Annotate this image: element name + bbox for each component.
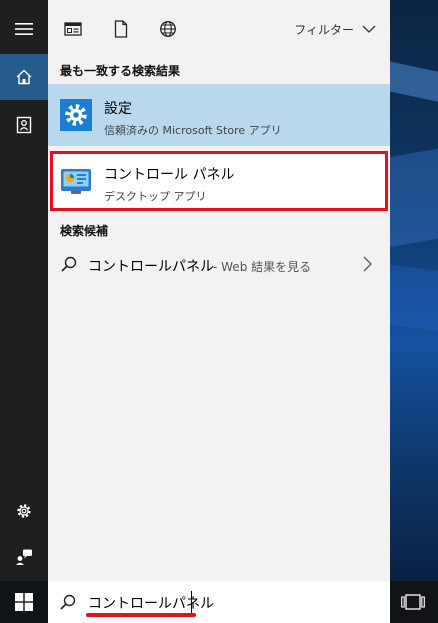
notebook-button[interactable] — [0, 102, 48, 148]
suggestions-heading: 検索候補 — [60, 224, 109, 238]
filter-dropdown[interactable]: フィルター — [294, 19, 376, 39]
control-panel-title: コントロール パネル — [104, 167, 235, 183]
desktop-wallpaper — [390, 0, 438, 623]
settings-button[interactable] — [0, 488, 48, 534]
settings-title: 設定 — [104, 101, 132, 117]
notebook-icon — [16, 116, 32, 134]
settings-app-icon — [60, 99, 92, 131]
windows-logo-icon — [15, 593, 33, 611]
web-suggestion-item[interactable]: コントロールパネル - Web 結果を見る — [48, 246, 390, 284]
suggestion-hint: - Web 結果を見る — [213, 260, 312, 274]
settings-result[interactable]: 設定 信頼済みの Microsoft Store アプリ — [48, 84, 390, 146]
suggestion-query: コントロールパネル — [88, 259, 214, 275]
control-panel-icon — [61, 169, 91, 194]
filter-toolbar: フィルター — [48, 0, 390, 57]
annotation-underline — [86, 613, 196, 617]
gear-icon — [65, 104, 87, 126]
filter-label: フィルター — [294, 22, 354, 37]
search-results-panel: フィルター 最も一致する検索結果 設定 信頼済みの Microsoft Stor… — [48, 0, 390, 581]
chevron-down-icon — [362, 25, 376, 33]
gear-icon — [17, 504, 31, 518]
start-left-rail — [0, 0, 48, 581]
search-icon — [61, 256, 77, 272]
search-icon — [60, 594, 76, 610]
apps-icon — [64, 22, 82, 36]
globe-icon — [160, 21, 176, 37]
feedback-icon — [16, 549, 32, 565]
feedback-button[interactable] — [0, 534, 48, 580]
taskbar: コントロールパネル — [0, 581, 438, 623]
control-panel-app-icon — [60, 165, 92, 197]
document-icon — [114, 20, 128, 38]
documents-filter-button[interactable] — [110, 18, 132, 40]
start-button[interactable] — [0, 581, 48, 623]
apps-filter-button[interactable] — [62, 18, 84, 40]
control-panel-result[interactable]: コントロール パネル デスクトップ アプリ — [50, 151, 388, 211]
search-box[interactable]: コントロールパネル — [48, 581, 390, 623]
hamburger-menu-button[interactable] — [0, 6, 48, 52]
home-icon — [16, 69, 32, 85]
text-caret — [191, 591, 192, 613]
home-button[interactable] — [0, 54, 48, 100]
settings-subtitle: 信頼済みの Microsoft Store アプリ — [104, 124, 282, 137]
task-view-button[interactable] — [400, 591, 426, 613]
best-match-heading: 最も一致する検索結果 — [60, 64, 181, 78]
web-filter-button[interactable] — [157, 18, 179, 40]
hamburger-icon — [15, 23, 33, 35]
chevron-right-icon — [363, 256, 372, 272]
control-panel-subtitle: デスクトップ アプリ — [104, 190, 207, 203]
task-view-icon — [401, 594, 425, 610]
search-input[interactable]: コントロールパネル — [88, 593, 214, 613]
